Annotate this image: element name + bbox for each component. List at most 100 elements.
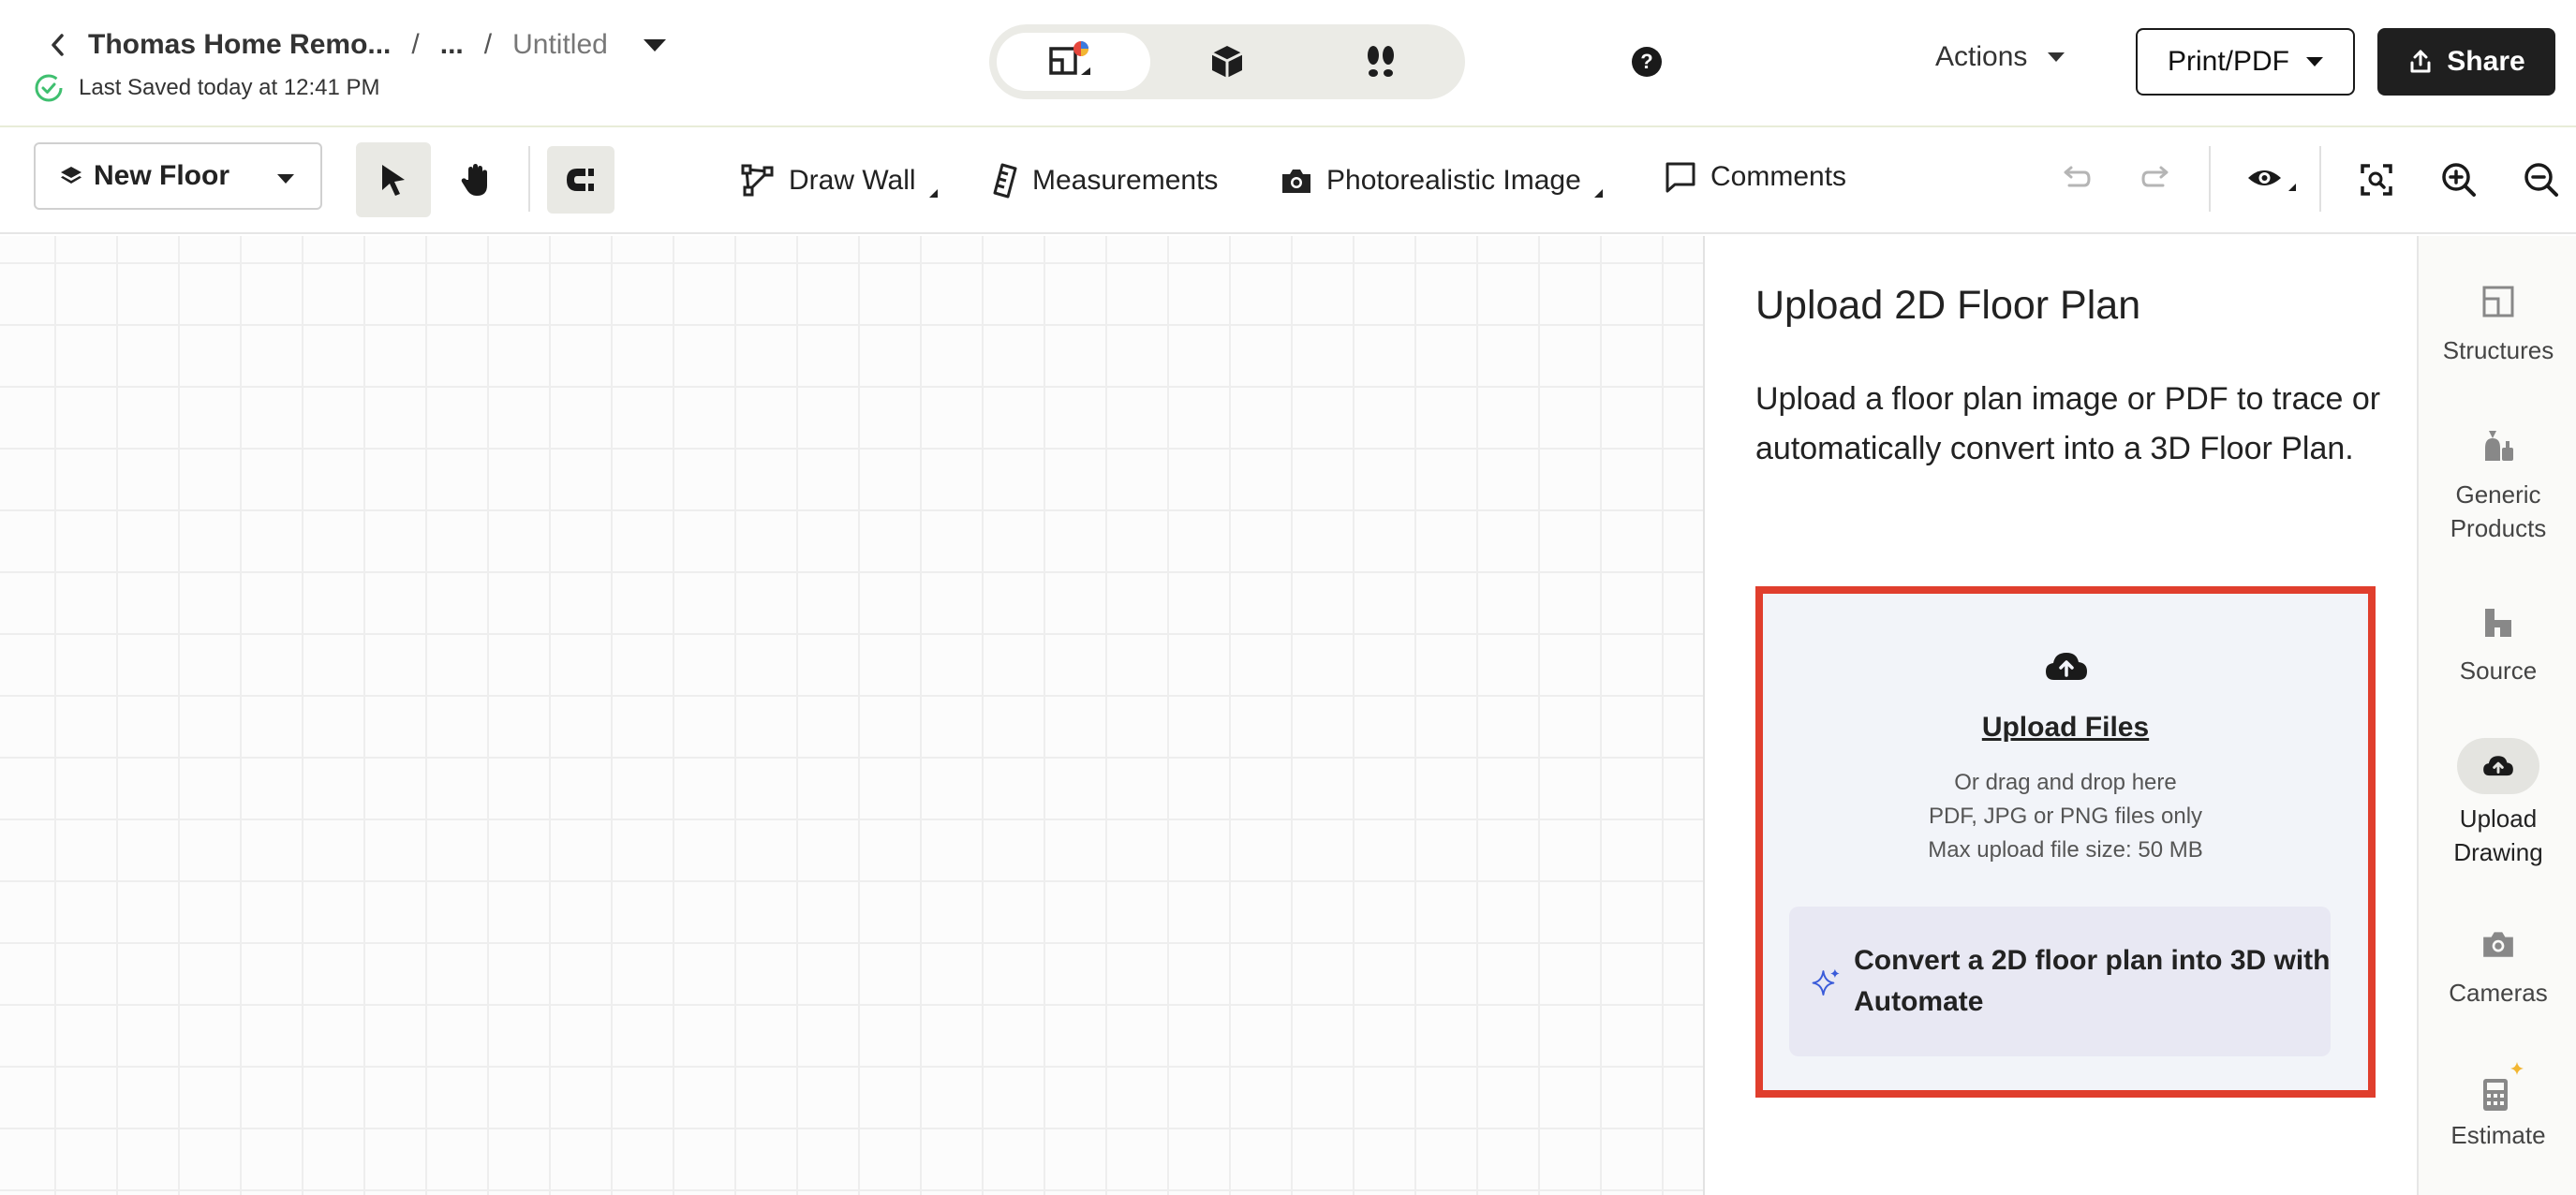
3d-box-icon	[1211, 46, 1243, 78]
chevron-down-icon	[2306, 57, 2324, 66]
rail-label-cameras: Cameras	[2449, 979, 2548, 1007]
file-types-text: PDF, JPG or PNG files only	[1928, 804, 2203, 829]
chevron-down-icon	[277, 174, 294, 184]
zoom-out-icon	[2524, 163, 2558, 197]
select-tool-button[interactable]	[356, 142, 431, 217]
cloud-upload-icon	[2046, 653, 2087, 680]
photorealistic-image-tool[interactable]: Photorealistic Image	[1280, 148, 1603, 214]
measurements-tool[interactable]: Measurements	[991, 148, 1218, 214]
comments-label: Comments	[1710, 161, 1847, 192]
automate-convert-button[interactable]: Convert a 2D floor plan into 3D with Aut…	[1789, 907, 2331, 1056]
share-button[interactable]: Share	[2377, 28, 2555, 96]
drag-drop-text: Or drag and drop here	[1954, 770, 2177, 795]
measurements-label: Measurements	[1032, 165, 1219, 196]
walkthrough-footprints-icon	[1368, 46, 1394, 77]
save-status: Last Saved today at 12:41 PM	[34, 73, 380, 103]
upload-drawing-icon	[2483, 756, 2513, 776]
rail-item-structures[interactable]: Structures	[2419, 277, 2576, 367]
camera-icon	[1282, 170, 1310, 193]
help-icon[interactable]: ?	[1632, 47, 1662, 77]
toolbar-divider	[2319, 146, 2321, 212]
upload-files-link[interactable]: Upload Files	[1763, 712, 2368, 744]
rail-label-estimate: Estimate	[2450, 1121, 2546, 1149]
view-mode-toggle	[989, 24, 1465, 99]
breadcrumb-project[interactable]: Thomas Home Remo...	[88, 29, 391, 61]
comment-icon	[1666, 162, 1695, 193]
rail-item-cameras[interactable]: Cameras	[2419, 920, 2576, 1010]
right-sidebar-rail: Structures Generic Products Source Uploa…	[2417, 236, 2576, 1195]
redo-icon	[2141, 166, 2169, 187]
undo-icon	[2064, 166, 2091, 187]
print-pdf-label: Print/PDF	[2167, 46, 2290, 77]
floor-selector[interactable]: New Floor	[34, 142, 322, 210]
magnet-icon	[567, 169, 594, 191]
undo-button[interactable]	[2051, 142, 2098, 217]
top-header: Thomas Home Remo... / ... / Untitled Las…	[0, 0, 2576, 127]
snap-magnet-button[interactable]	[547, 146, 614, 214]
editor-toolbar: New Floor Draw Wall Measurements Photore…	[0, 129, 2576, 234]
panel-description: Upload a floor plan image or PDF to trac…	[1755, 381, 2381, 466]
floor-plan-2d-icon	[1049, 41, 1090, 75]
rail-label-upload-drawing: Upload Drawing	[2453, 804, 2543, 866]
share-label: Share	[2447, 46, 2525, 77]
pan-tool-button[interactable]	[438, 142, 513, 217]
title-dropdown-icon[interactable]	[643, 38, 666, 52]
zoom-in-button[interactable]	[2435, 142, 2482, 217]
fit-view-button[interactable]	[2353, 142, 2400, 217]
rail-item-upload-drawing[interactable]: Upload Drawing	[2419, 738, 2576, 869]
hand-icon	[461, 164, 487, 196]
layers-icon	[61, 167, 81, 184]
view-3d-button[interactable]	[1150, 33, 1304, 91]
view-2d-button[interactable]	[997, 33, 1150, 91]
rail-item-source[interactable]: Source	[2419, 598, 2576, 687]
submenu-corner-icon	[928, 188, 938, 198]
rail-item-estimate[interactable]: Estimate	[2419, 1062, 2576, 1152]
visibility-menu-button[interactable]	[2239, 142, 2308, 217]
breadcrumb-separator: /	[411, 29, 420, 60]
rail-label-structures: Structures	[2442, 336, 2554, 364]
breadcrumb-separator: /	[483, 29, 493, 60]
share-icon	[2410, 50, 2431, 73]
breadcrumb-ellipsis[interactable]: ...	[440, 29, 464, 61]
structures-icon	[2482, 286, 2514, 317]
cameras-icon	[2483, 932, 2513, 957]
redo-button[interactable]	[2134, 142, 2181, 217]
file-drop-zone[interactable]: Upload Files Or drag and drop here PDF, …	[1755, 586, 2376, 1098]
floor-plan-canvas[interactable]	[0, 236, 1703, 1195]
panel-title: Upload 2D Floor Plan	[1755, 283, 2141, 328]
draw-wall-icon	[741, 164, 774, 197]
comments-tool[interactable]: Comments	[1664, 144, 1846, 210]
generic-products-icon	[2485, 431, 2513, 461]
save-status-text: Last Saved today at 12:41 PM	[79, 75, 380, 100]
upload-floor-plan-panel: Upload 2D Floor Plan Upload a floor plan…	[1703, 236, 2417, 1195]
document-title[interactable]: Untitled	[512, 29, 608, 61]
sparkle-icon	[1812, 968, 1840, 996]
chevron-down-icon	[2048, 52, 2065, 62]
print-pdf-button[interactable]: Print/PDF	[2136, 28, 2355, 96]
floor-selector-label: New Floor	[94, 160, 230, 191]
max-size-text: Max upload file size: 50 MB	[1928, 837, 2203, 863]
breadcrumb: Thomas Home Remo... / ... / Untitled	[52, 26, 666, 64]
rail-label-generic-products: Generic Products	[2450, 480, 2547, 542]
toolbar-divider	[528, 146, 530, 212]
zoom-in-icon	[2442, 163, 2476, 197]
view-walkthrough-button[interactable]	[1304, 33, 1458, 91]
estimate-calculator-icon	[2483, 1062, 2524, 1111]
actions-label: Actions	[1935, 41, 2028, 72]
source-house-icon	[2485, 609, 2511, 637]
back-chevron-icon[interactable]	[49, 26, 75, 64]
fit-to-screen-icon	[2361, 164, 2392, 196]
rail-label-source: Source	[2459, 657, 2538, 685]
rail-item-generic-products[interactable]: Generic Products	[2419, 421, 2576, 545]
photorealistic-image-label: Photorealistic Image	[1326, 165, 1581, 196]
upload-instructions: Or drag and drop here PDF, JPG or PNG fi…	[1763, 766, 2368, 867]
submenu-corner-icon	[1593, 188, 1603, 198]
ruler-icon	[993, 163, 1017, 199]
automate-text: Convert a 2D floor plan into 3D with Aut…	[1854, 945, 2331, 1017]
zoom-out-button[interactable]	[2518, 142, 2565, 217]
toolbar-divider	[2209, 146, 2211, 212]
eye-icon	[2248, 170, 2296, 191]
saved-check-icon	[35, 74, 63, 102]
draw-wall-tool[interactable]: Draw Wall	[740, 148, 938, 214]
actions-menu[interactable]: Actions	[1935, 41, 2065, 73]
